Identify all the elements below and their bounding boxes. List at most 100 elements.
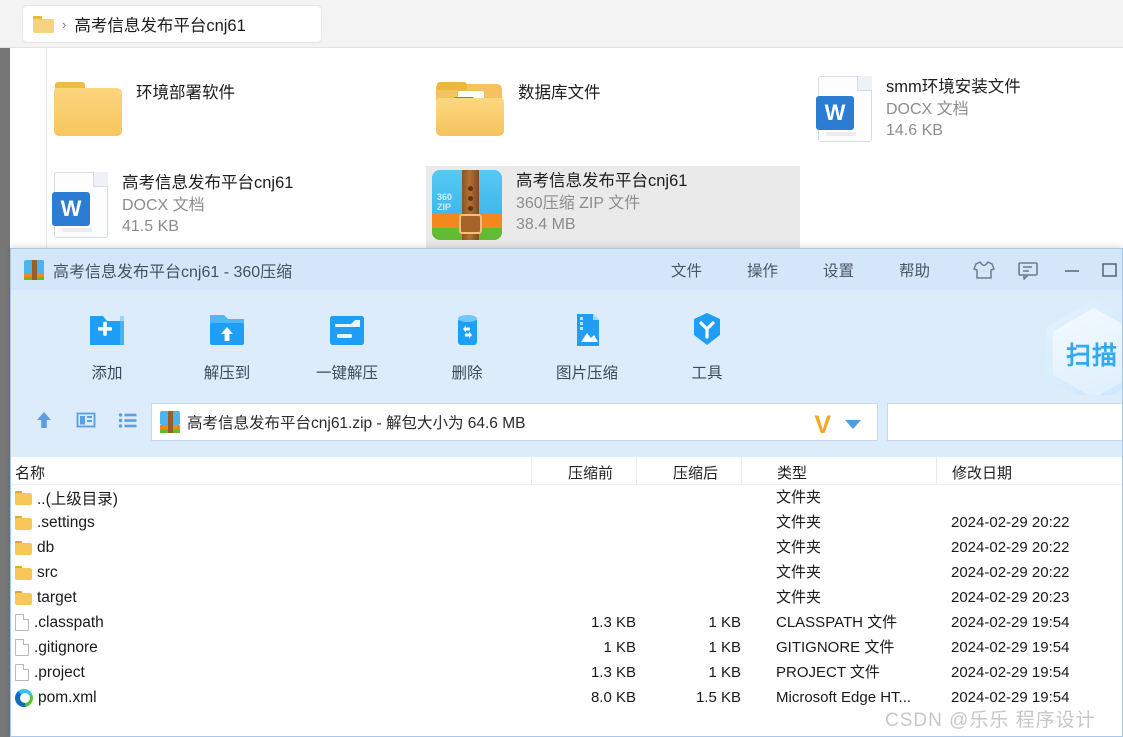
row-size-after: 1 KB	[708, 639, 741, 656]
row-type: GITIGNORE 文件	[776, 639, 895, 656]
folder-icon	[15, 565, 32, 580]
toolbar-extract-to[interactable]: 解压到	[167, 296, 287, 386]
column-header-date[interactable]: 修改日期	[952, 462, 1012, 483]
row-type: 文件夹	[776, 489, 822, 506]
menu-help[interactable]: 帮助	[899, 259, 930, 281]
row-size-before: 1.3 KB	[590, 614, 636, 631]
explorer-nav-divider	[46, 48, 47, 248]
folder-icon	[33, 15, 54, 33]
folder-icon	[15, 515, 32, 530]
table-row[interactable]: target 文件夹 2024-02-29 20:23	[11, 585, 1122, 610]
tools-shield-icon	[684, 306, 730, 352]
zip-360-icon: 360 ZIP	[432, 170, 502, 240]
row-date: 2024-02-29 19:54	[951, 639, 1070, 656]
file-icon	[15, 639, 29, 656]
recycle-bin-icon	[444, 306, 490, 352]
table-row[interactable]: .gitignore 1 KB 1 KB GITIGNORE 文件 2024-0…	[11, 635, 1122, 660]
explorer-scroll-corner	[0, 690, 16, 737]
item-type: DOCX 文档	[122, 196, 205, 214]
window-title: 高考信息发布平台cnj61 - 360压缩	[53, 263, 293, 281]
column-header-name[interactable]: 名称	[15, 462, 45, 483]
word-docx-icon: W	[816, 76, 872, 142]
row-date: 2024-02-29 20:22	[951, 564, 1070, 581]
toolbar-label: 删除	[451, 365, 483, 382]
window-controls	[962, 249, 1122, 290]
feedback-message-icon[interactable]	[1006, 249, 1050, 290]
chevron-down-icon[interactable]	[845, 420, 861, 429]
table-row[interactable]: src 文件夹 2024-02-29 20:22	[11, 560, 1122, 585]
folder-extract-icon	[324, 306, 370, 352]
table-row[interactable]: ..(上级目录) 文件夹	[11, 485, 1122, 510]
column-header-type[interactable]: 类型	[777, 462, 807, 483]
table-row[interactable]: pom.xml 8.0 KB 1.5 KB Microsoft Edge HT.…	[11, 685, 1122, 710]
word-docx-icon: W	[52, 172, 108, 238]
breadcrumb-path: 高考信息发布平台cnj61	[74, 17, 246, 35]
list-item[interactable]: W smm环境安装文件 DOCX 文档 14.6 KB	[812, 72, 1112, 148]
archive-path-value: 高考信息发布平台cnj61.zip - 解包大小为 64.6 MB	[187, 415, 526, 432]
toolbar-tools[interactable]: 工具	[647, 296, 767, 386]
folder-icon	[54, 82, 122, 136]
toolbar-image-compress[interactable]: 图片压缩	[527, 296, 647, 386]
folder-database-icon	[436, 82, 504, 136]
row-name: .classpath	[34, 613, 104, 631]
scan-label: 扫描	[1066, 342, 1119, 370]
row-date: 2024-02-29 20:22	[951, 514, 1070, 531]
skin-shirt-icon[interactable]	[962, 249, 1006, 290]
row-size-after: 1 KB	[708, 614, 741, 631]
minimize-button[interactable]	[1050, 249, 1094, 290]
toolbar-label: 一键解压	[315, 365, 378, 382]
toolbar-add[interactable]: 添加	[47, 296, 167, 386]
list-item-selected[interactable]: 360 ZIP 高考信息发布平台cnj61 360压缩 ZIP 文件 38.4 M…	[426, 166, 800, 248]
folder-up-arrow-icon	[204, 306, 250, 352]
column-header-packed-before[interactable]: 压缩前	[568, 462, 613, 483]
secondary-field[interactable]	[887, 403, 1122, 441]
list-view-icon[interactable]	[117, 409, 139, 431]
row-type: 文件夹	[776, 539, 822, 556]
file-list-rows: ..(上级目录) 文件夹 .settings 文件夹 2024-02-29 20…	[11, 485, 1122, 710]
table-row[interactable]: .project 1.3 KB 1 KB PROJECT 文件 2024-02-…	[11, 660, 1122, 685]
row-name: ..(上级目录)	[37, 490, 118, 508]
menu-settings[interactable]: 设置	[823, 259, 854, 281]
row-name: .project	[34, 663, 85, 681]
toolbar-label: 工具	[691, 365, 723, 382]
image-compress-icon	[564, 306, 610, 352]
scan-shield-badge[interactable]: 扫描	[1046, 300, 1122, 406]
row-date: 2024-02-29 19:54	[951, 664, 1070, 681]
row-size-before: 1 KB	[603, 639, 636, 656]
zip-address-bar: 高考信息发布平台cnj61.zip - 解包大小为 64.6 MB V	[11, 395, 1122, 457]
item-type: 360压缩 ZIP 文件	[516, 194, 641, 212]
maximize-button[interactable]	[1094, 249, 1122, 290]
row-type: 文件夹	[776, 589, 822, 606]
row-size-before: 1.3 KB	[590, 664, 636, 681]
panel-layout-icon[interactable]	[75, 409, 97, 431]
row-type: 文件夹	[776, 514, 822, 531]
column-header-packed-after[interactable]: 压缩后	[673, 462, 718, 483]
table-row[interactable]: .settings 文件夹 2024-02-29 20:22	[11, 510, 1122, 535]
archive-path-field[interactable]: 高考信息发布平台cnj61.zip - 解包大小为 64.6 MB V	[151, 403, 878, 441]
breadcrumb[interactable]: › 高考信息发布平台cnj61	[22, 5, 322, 43]
table-row[interactable]: .classpath 1.3 KB 1 KB CLASSPATH 文件 2024…	[11, 610, 1122, 635]
menu-file[interactable]: 文件	[671, 259, 702, 281]
zip-titlebar: 高考信息发布平台cnj61 - 360压缩 文件 操作 设置 帮助	[11, 249, 1122, 290]
zip-toolbar: 添加 解压到 一键解压 删除 图片压缩 工具 扫描	[11, 290, 1122, 406]
list-item[interactable]: 数据库文件	[430, 78, 790, 142]
up-level-icon[interactable]	[33, 409, 55, 431]
row-size-after: 1 KB	[708, 664, 741, 681]
menu-action[interactable]: 操作	[747, 259, 778, 281]
item-name: 高考信息发布平台cnj61	[122, 174, 294, 192]
list-item[interactable]: 环境部署软件	[48, 78, 408, 142]
row-type: Microsoft Edge HT...	[776, 689, 912, 706]
item-type: DOCX 文档	[886, 100, 969, 118]
row-date: 2024-02-29 19:54	[951, 689, 1070, 706]
toolbar-label: 图片压缩	[555, 365, 618, 382]
table-row[interactable]: db 文件夹 2024-02-29 20:22	[11, 535, 1122, 560]
explorer-titlebar: › 高考信息发布平台cnj61	[0, 0, 1123, 48]
folder-icon	[15, 490, 32, 505]
list-item[interactable]: W 高考信息发布平台cnj61 DOCX 文档 41.5 KB	[48, 168, 408, 244]
file-icon	[15, 614, 29, 631]
toolbar-delete[interactable]: 删除	[407, 296, 527, 386]
toolbar-one-click-extract[interactable]: 一键解压	[287, 296, 407, 386]
row-date: 2024-02-29 20:23	[951, 589, 1070, 606]
item-size: 41.5 KB	[122, 218, 179, 236]
folder-icon	[15, 590, 32, 605]
